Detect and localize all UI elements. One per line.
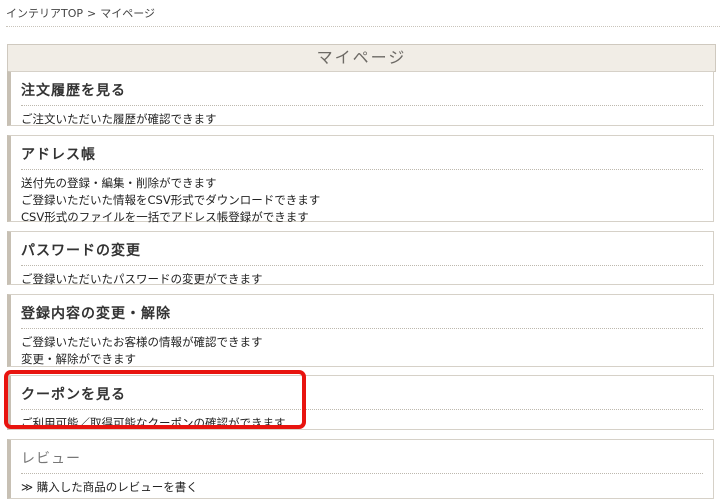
order-history-link[interactable]: 注文履歴を見る (21, 80, 703, 106)
coupons-desc-line: ご利用可能／取得可能なクーポンの確認ができます (21, 416, 286, 430)
profile-change-desc-line: ご登録いただいたお客様の情報が確認できます (21, 335, 263, 349)
breadcrumb: インテリアTOP > マイページ (6, 5, 720, 27)
write-review-link[interactable]: ≫ 購入した商品のレビューを書く (21, 479, 703, 496)
order-history-desc-line: ご注文いただいた履歴が確認できます (21, 112, 217, 126)
address-book-desc-line: ご登録いただいた情報をCSV形式でダウンロードできます (21, 193, 321, 207)
breadcrumb-home-link[interactable]: インテリアTOP (6, 7, 83, 20)
section-order-history: 注文履歴を見る ご注文いただいた履歴が確認できます (7, 71, 714, 126)
profile-change-description: ご登録いただいたお客様の情報が確認できます 変更・解除ができます (21, 334, 703, 368)
reviews-description: ≫ 購入した商品のレビューを書く (21, 479, 703, 496)
address-book-desc-line: CSV形式のファイルを一括でアドレス帳登録ができます (21, 210, 309, 224)
address-book-description: 送付先の登録・編集・削除ができます ご登録いただいた情報をCSV形式でダウンロー… (21, 175, 703, 226)
section-reviews: レビュー ≫ 購入した商品のレビューを書く (7, 439, 714, 499)
section-address-book: アドレス帳 送付先の登録・編集・削除ができます ご登録いただいた情報をCSV形式… (7, 135, 714, 224)
address-book-desc-line: 送付先の登録・編集・削除ができます (21, 176, 217, 190)
breadcrumb-separator: > (87, 7, 97, 20)
order-history-description: ご注文いただいた履歴が確認できます (21, 111, 703, 128)
coupons-description: ご利用可能／取得可能なクーポンの確認ができます (21, 415, 703, 432)
section-coupons: クーポンを見る ご利用可能／取得可能なクーポンの確認ができます (7, 375, 714, 430)
breadcrumb-current: マイページ (100, 7, 156, 20)
password-change-description: ご登録いただいたパスワードの変更ができます (21, 271, 703, 288)
page-title: マイページ (7, 44, 716, 72)
section-profile-change: 登録内容の変更・解除 ご登録いただいたお客様の情報が確認できます 変更・解除がで… (7, 294, 714, 367)
profile-change-desc-line: 変更・解除ができます (21, 352, 136, 366)
reviews-heading: レビュー (21, 448, 703, 474)
section-password-change: パスワードの変更 ご登録いただいたパスワードの変更ができます (7, 231, 714, 288)
profile-change-link[interactable]: 登録内容の変更・解除 (21, 303, 703, 329)
password-change-desc-line: ご登録いただいたパスワードの変更ができます (21, 272, 263, 286)
address-book-link[interactable]: アドレス帳 (21, 144, 703, 170)
coupons-link[interactable]: クーポンを見る (21, 384, 703, 410)
password-change-link[interactable]: パスワードの変更 (21, 240, 703, 266)
